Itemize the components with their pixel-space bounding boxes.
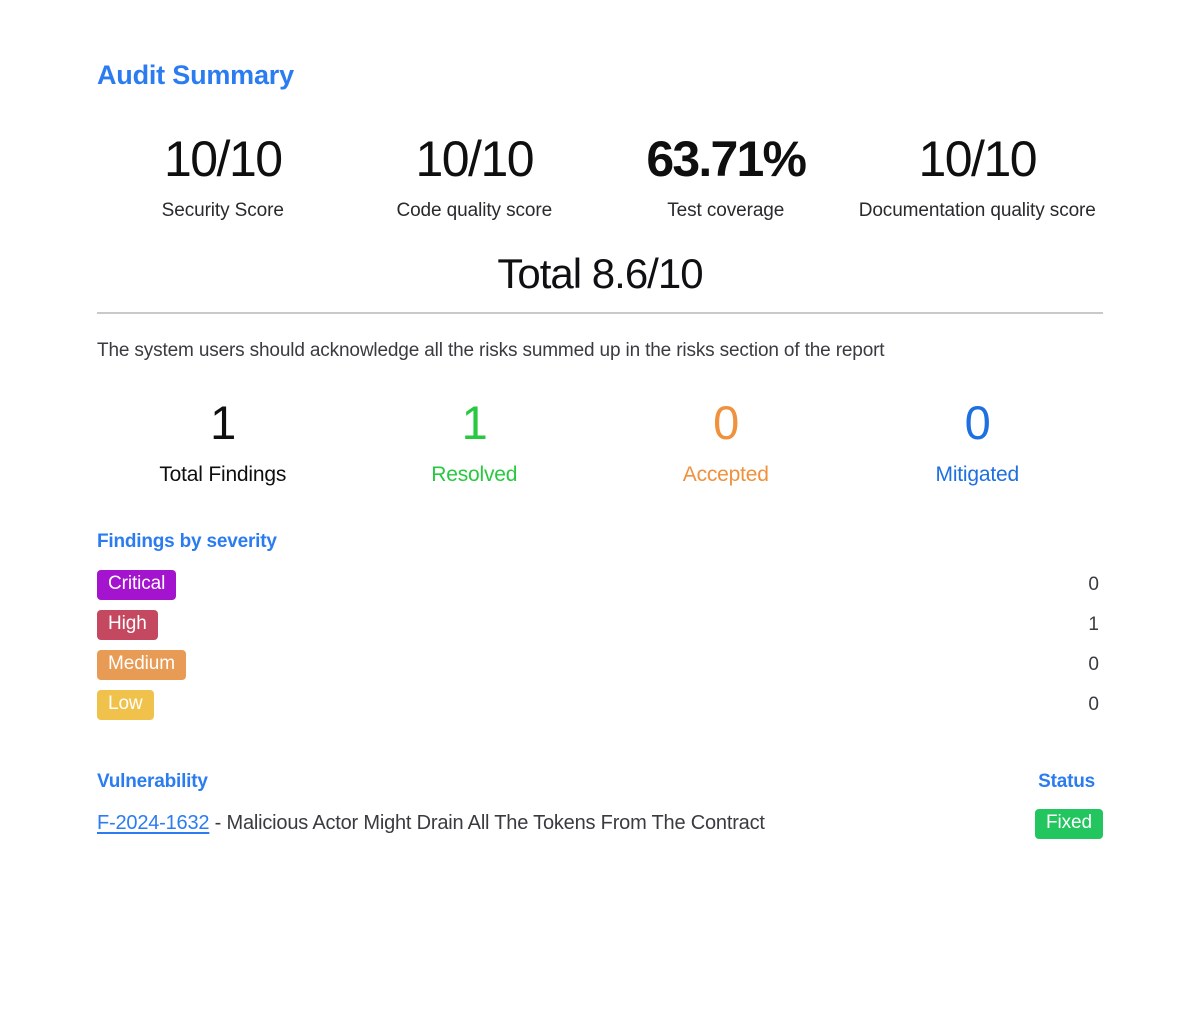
counter-label: Accepted xyxy=(682,462,769,486)
counter-cell: 1 Resolved xyxy=(349,395,601,487)
counter-value: 0 xyxy=(964,395,991,449)
counter-value: 1 xyxy=(210,395,236,449)
counter-cell: 1 Total Findings xyxy=(97,395,349,487)
findings-by-severity-title: Findings by severity xyxy=(97,530,277,552)
page-title: Audit Summary xyxy=(97,60,294,90)
severity-row: Medium 0 xyxy=(97,645,1103,685)
score-value: 10/10 xyxy=(163,131,283,187)
score-cell: 10/10 Documentation quality score xyxy=(852,133,1104,222)
score-value: 63.71% xyxy=(646,131,807,187)
severity-badge: High xyxy=(97,609,158,640)
score-row: 10/10 Security Score 10/10 Code quality sco… xyxy=(97,133,1103,222)
severity-count: 0 xyxy=(1088,693,1099,715)
column-header-status: Status xyxy=(1038,770,1095,792)
severity-row: Low 0 xyxy=(97,685,1103,725)
counter-label: Resolved xyxy=(431,462,518,486)
counter-value: 1 xyxy=(461,395,488,449)
vulnerability-description: F-2024-1632 - Malicious Actor Might Drai… xyxy=(97,812,765,835)
score-value: 10/10 xyxy=(918,131,1037,187)
vulnerability-list: F-2024-1632 - Malicious Actor Might Drai… xyxy=(97,808,1103,839)
severity-badge: Low xyxy=(97,689,154,720)
risk-acknowledgement-note: The system users should acknowledge all … xyxy=(97,339,885,361)
audit-summary-page: Audit Summary 10/10 Security Score 10/10 Co… xyxy=(0,0,1200,1012)
score-label: Code quality score xyxy=(396,199,553,221)
vulnerability-table-header: Vulnerability Status xyxy=(97,771,1103,793)
status-cell: Fixed xyxy=(1035,808,1103,839)
findings-counter-row: 1 Total Findings 1 Resolved 0 Accepted 0 Mitiga… xyxy=(97,395,1104,487)
severity-row: Critical 0 xyxy=(97,565,1103,605)
table-row: F-2024-1632 - Malicious Actor Might Drai… xyxy=(97,808,1103,839)
column-header-vulnerability: Vulnerability xyxy=(97,770,208,792)
severity-list: Critical 0 High 1 Medium 0 Low 0 xyxy=(97,565,1103,725)
vulnerability-title: Malicious Actor Might Drain All The Toke… xyxy=(226,812,765,835)
score-label: Security Score xyxy=(161,199,284,221)
counter-value: 0 xyxy=(713,395,739,449)
severity-badge: Critical xyxy=(97,569,177,600)
score-cell: 10/10 Code quality score xyxy=(349,133,601,222)
vulnerability-separator: - xyxy=(209,812,227,835)
severity-row: High 1 xyxy=(97,605,1103,645)
severity-count: 0 xyxy=(1088,653,1099,675)
counter-cell: 0 Accepted xyxy=(600,395,852,487)
score-label: Test coverage xyxy=(667,199,785,221)
score-label: Documentation quality score xyxy=(858,199,1096,221)
counter-label: Total Findings xyxy=(159,462,287,486)
severity-count: 0 xyxy=(1088,573,1099,595)
vulnerability-id-link[interactable]: F-2024-1632 xyxy=(97,812,210,834)
severity-count: 1 xyxy=(1088,613,1099,635)
section-divider xyxy=(97,311,1103,314)
counter-cell: 0 Mitigated xyxy=(852,395,1104,487)
score-cell: 10/10 Security Score xyxy=(97,133,349,222)
score-cell: 63.71% Test coverage xyxy=(600,133,852,222)
status-badge: Fixed xyxy=(1035,808,1103,839)
total-score: Total 8.6/10 xyxy=(497,249,703,297)
severity-badge: Medium xyxy=(97,649,186,680)
counter-label: Mitigated xyxy=(935,462,1020,486)
score-value: 10/10 xyxy=(415,131,534,187)
